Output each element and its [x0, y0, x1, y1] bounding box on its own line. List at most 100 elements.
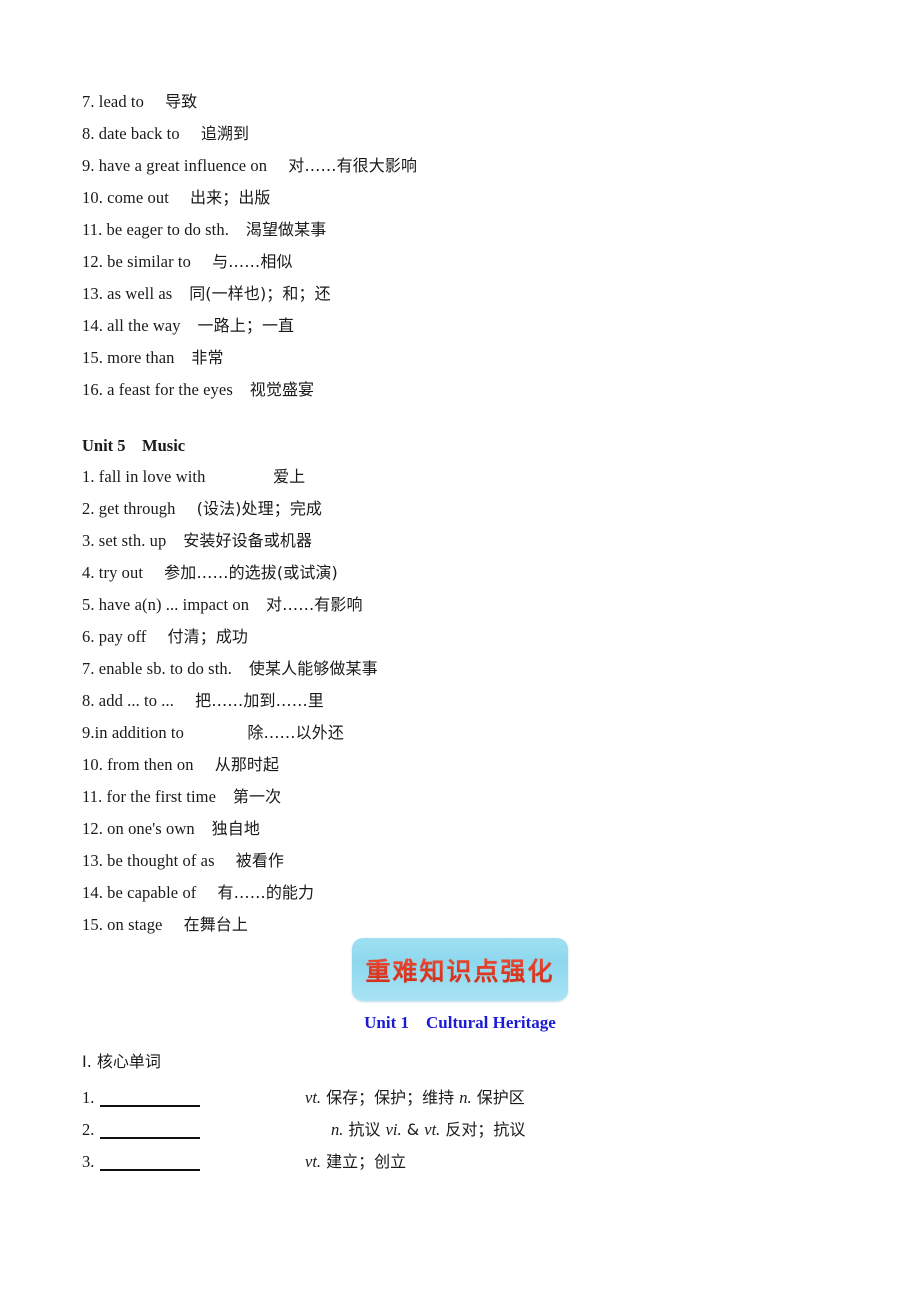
phrase-english: 11. for the first time: [82, 787, 217, 806]
phrase-chinese: 参加……的选拔(或试演): [164, 563, 338, 582]
phrase-spacer: [175, 342, 192, 374]
phrase-english: 10. from then on: [82, 755, 194, 774]
phrase-english: 7. lead to: [82, 92, 144, 111]
phrase-english: 12. be similar to: [82, 252, 191, 271]
phrase-spacer: [267, 150, 288, 182]
phrase-chinese: 从那时起: [214, 755, 280, 774]
phrase-chinese: 有……的能力: [217, 883, 315, 902]
part-of-speech-marker: vt.: [424, 1120, 441, 1139]
phrase-chinese: 出来；出版: [190, 188, 271, 207]
phrase-spacer: [249, 589, 266, 621]
core-word-index: 3.: [82, 1152, 95, 1171]
phrase-row: 13. as well as 同(一样也)；和；还: [82, 278, 842, 310]
phrase-english: 15. more than: [82, 348, 175, 367]
phrase-chinese: 第一次: [232, 787, 282, 806]
phrase-row: 14. be capable of 有……的能力: [82, 877, 842, 909]
phrase-spacer: [216, 781, 233, 813]
part-of-speech-marker: vt.: [305, 1152, 322, 1171]
phrase-chinese: 独自地: [211, 819, 260, 838]
phrase-english: 14. all the way: [82, 316, 181, 335]
phrase-english: 11. be eager to do sth.: [82, 220, 229, 239]
phrase-spacer: [146, 621, 167, 653]
phrase-row: 11. for the first time 第一次: [82, 781, 842, 813]
phrase-english: 10. come out: [82, 188, 169, 207]
phrase-english: 16. a feast for the eyes: [82, 380, 233, 399]
phrase-spacer: [205, 461, 273, 493]
phrase-english: 14. be capable of: [82, 883, 197, 902]
phrase-row: 11. be eager to do sth. 渴望做某事: [82, 214, 842, 246]
phrase-spacer: [233, 374, 250, 406]
phrase-list-unit5: 1. fall in love with 爱上 2. get through (设…: [82, 461, 842, 941]
phrase-english: 8. add ... to ...: [82, 691, 174, 710]
phrase-chinese: 追溯到: [200, 124, 250, 143]
phrase-row: 15. more than 非常: [82, 342, 842, 374]
core-word-definition: n. 抗议 vi. & vt. 反对；抗议: [331, 1120, 526, 1139]
core-word-definition: vt. 保存；保护；维持 n. 保护区: [305, 1088, 525, 1107]
phrase-row: 8. add ... to ... 把……加到……里: [82, 685, 842, 717]
phrase-chinese: 在舞台上: [183, 915, 249, 934]
phrase-chinese: 一路上；一直: [197, 316, 295, 335]
phrase-spacer: [194, 749, 215, 781]
phrase-row: 9. have a great influence on 对……有很大影响: [82, 150, 842, 182]
phrase-row: 16. a feast for the eyes 视觉盛宴: [82, 374, 842, 406]
phrase-row: 5. have a(n) ... impact on 对……有影响: [82, 589, 842, 621]
phrase-english: 5. have a(n) ... impact on: [82, 595, 250, 614]
phrase-row: 15. on stage 在舞台上: [82, 909, 842, 941]
section-banner-subtitle: Unit 1 Cultural Heritage: [364, 1013, 556, 1032]
phrase-row: 7. enable sb. to do sth. 使某人能够做某事: [82, 653, 842, 685]
phrase-spacer: [181, 310, 198, 342]
phrase-list-unit4-continued: 7. lead to 导致 8. date back to 追溯到 9. have …: [82, 86, 842, 406]
phrase-row: 13. be thought of as 被看作: [82, 845, 842, 877]
core-word-answer-blank[interactable]: [100, 1149, 200, 1171]
phrase-english: 9.in addition to: [82, 723, 184, 742]
phrase-english: 13. be thought of as: [82, 851, 215, 870]
phrase-english: 12. on one's own: [82, 819, 195, 838]
phrase-chinese: 同(一样也)；和；还: [189, 284, 331, 303]
phrase-row: 3. set sth. up 安装好设备或机器: [82, 525, 842, 557]
phrase-row: 4. try out 参加……的选拔(或试演): [82, 557, 842, 589]
phrase-row: 12. be similar to 与……相似: [82, 246, 842, 278]
phrase-spacer: [195, 813, 212, 845]
phrase-row: 1. fall in love with 爱上: [82, 461, 842, 493]
part-of-speech-marker: vt.: [305, 1088, 322, 1107]
phrase-chinese: 爱上: [273, 467, 306, 486]
phrase-row: 10. come out 出来；出版: [82, 182, 842, 214]
core-words-heading: Ⅰ. 核心单词: [82, 1052, 161, 1071]
phrase-row: 8. date back to 追溯到: [82, 118, 842, 150]
part-of-speech-marker: vi.: [385, 1120, 402, 1139]
phrase-chinese: (设法)处理；完成: [196, 499, 323, 518]
core-word-answer-blank[interactable]: [100, 1085, 200, 1107]
phrase-english: 7. enable sb. to do sth.: [82, 659, 232, 678]
phrase-english: 15. on stage: [82, 915, 163, 934]
phrase-spacer: [162, 909, 183, 941]
phrase-chinese: 视觉盛宴: [249, 380, 315, 399]
phrase-spacer: [143, 557, 164, 589]
phrase-spacer: [176, 493, 197, 525]
phrase-row: 14. all the way 一路上；一直: [82, 310, 842, 342]
phrase-chinese: 使某人能够做某事: [248, 659, 378, 678]
phrase-spacer: [184, 717, 247, 749]
phrase-spacer: [144, 86, 165, 118]
phrase-english: 9. have a great influence on: [82, 156, 268, 175]
phrase-spacer: [180, 118, 201, 150]
core-word-definition: vt. 建立；创立: [305, 1152, 407, 1171]
part-of-speech-marker: n.: [459, 1088, 472, 1107]
core-word-row: 3. vt. 建立；创立: [82, 1146, 842, 1178]
phrase-english: 13. as well as: [82, 284, 173, 303]
phrase-spacer: [196, 877, 217, 909]
phrase-chinese: 付清；成功: [167, 627, 249, 646]
core-word-index: 1.: [82, 1088, 95, 1107]
core-word-answer-blank[interactable]: [100, 1117, 200, 1139]
phrase-spacer: [191, 246, 212, 278]
section-banner-title: 重难知识点强化: [365, 952, 554, 988]
phrase-chinese: 对……有很大影响: [288, 156, 418, 175]
phrase-chinese: 渴望做某事: [245, 220, 327, 239]
phrase-spacer: [174, 685, 195, 717]
phrase-row: 12. on one's own 独自地: [82, 813, 842, 845]
part-of-speech-marker: n.: [331, 1120, 344, 1139]
document-page: 7. lead to 导致 8. date back to 追溯到 9. have …: [0, 0, 920, 1302]
phrase-english: 1. fall in love with: [82, 467, 206, 486]
phrase-row: 2. get through (设法)处理；完成: [82, 493, 842, 525]
phrase-chinese: 导致: [165, 92, 198, 111]
unit5-heading: Unit 5 Music: [82, 436, 186, 455]
